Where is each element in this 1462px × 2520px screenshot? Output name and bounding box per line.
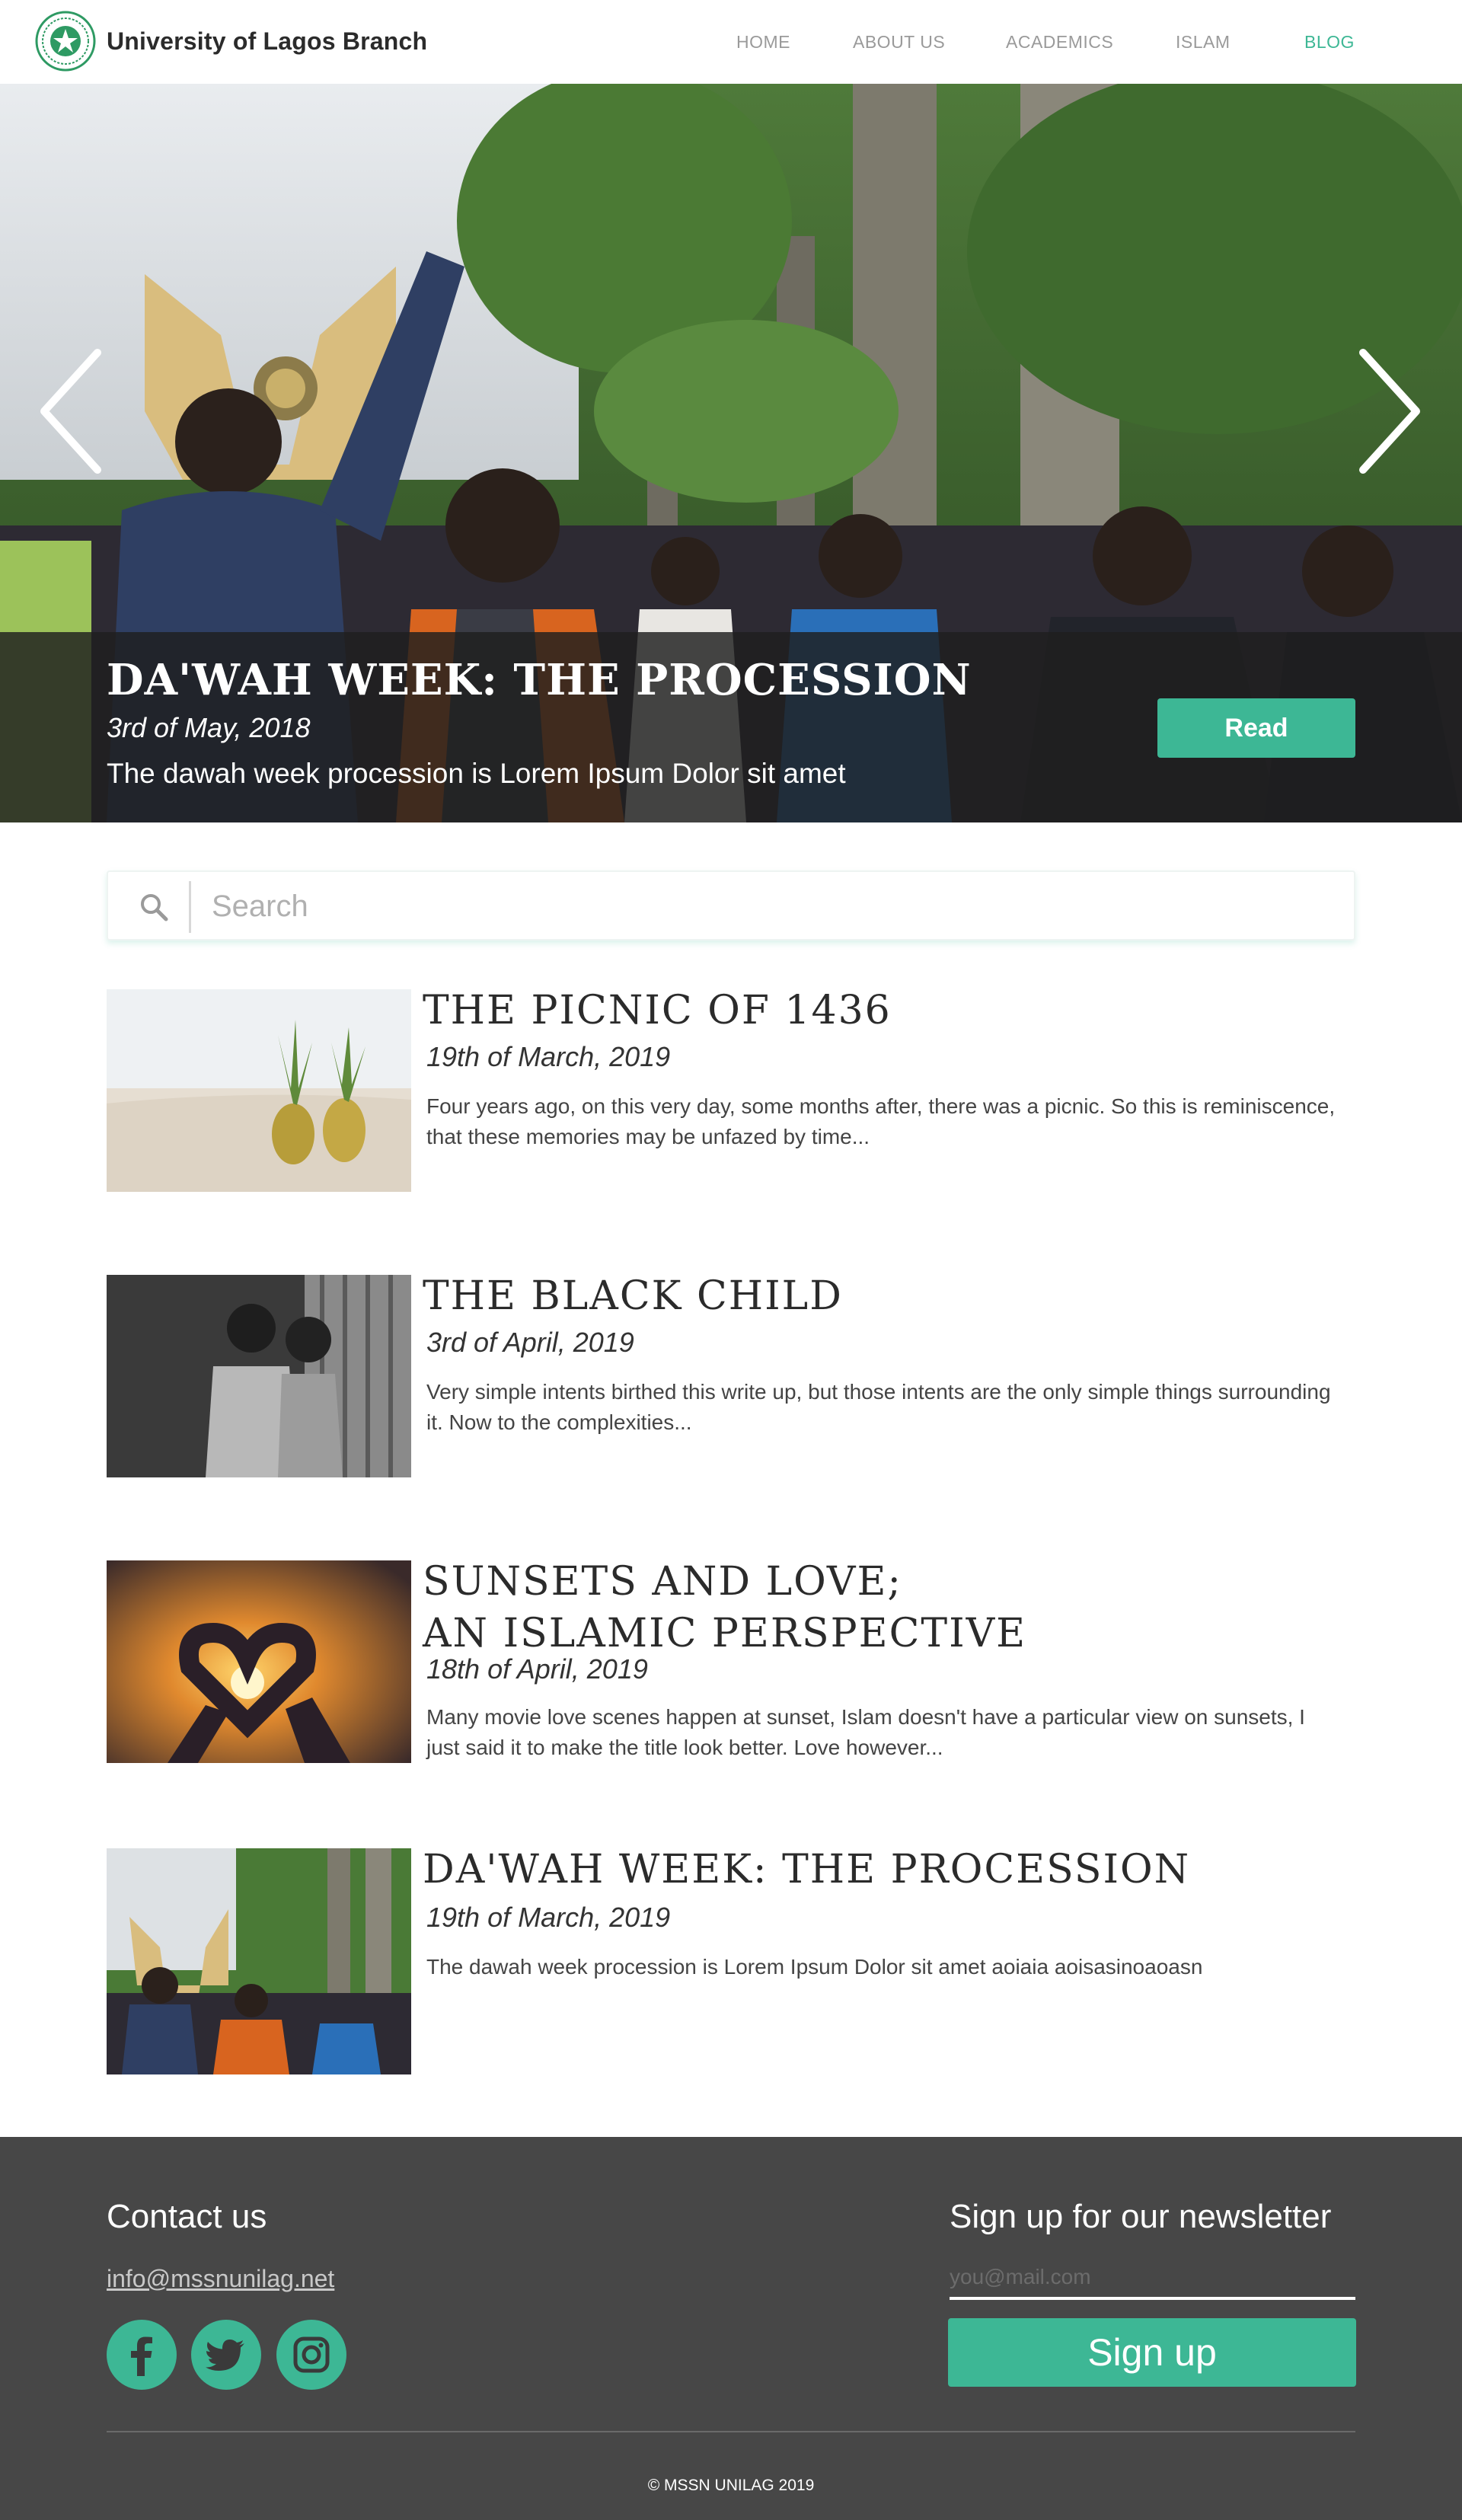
twitter-icon[interactable] [191, 2320, 261, 2390]
post-thumbnail-procession[interactable] [107, 1848, 411, 2074]
newsletter-signup-button[interactable]: Sign up [948, 2318, 1356, 2387]
post-title[interactable]: DA'WAH WEEK: THE PROCESSION [423, 1844, 1190, 1896]
hero-slider: DA'WAH WEEK: THE PROCESSION 3rd of May, … [0, 84, 1462, 822]
nav-about-us[interactable]: ABOUT US [853, 32, 945, 53]
nav-academics[interactable]: ACADEMICS [1006, 32, 1113, 53]
post-date: 18th of April, 2019 [426, 1653, 648, 1685]
hero-summary: The dawah week procession is Lorem Ipsum… [107, 758, 846, 789]
site-footer: Contact us info@mssnunilag.net Sign up f… [0, 2137, 1462, 2520]
blog-post[interactable]: THE BLACK CHILD 3rd of April, 2019 Very … [107, 1273, 1355, 1477]
blog-post[interactable]: THE PICNIC OF 1436 19th of March, 2019 F… [107, 988, 1355, 1192]
slider-next-icon[interactable] [1355, 347, 1424, 476]
post-excerpt: Very simple intents birthed this write u… [426, 1380, 1331, 1434]
copyright-text: © MSSN UNILAG 2019 [647, 2477, 815, 2494]
post-title[interactable]: THE PICNIC OF 1436 [423, 985, 892, 1036]
post-title[interactable]: THE BLACK CHILD [423, 1270, 843, 1322]
newsletter-email-field[interactable] [950, 2257, 1355, 2300]
instagram-icon[interactable] [276, 2320, 346, 2390]
blog-post[interactable]: SUNSETS AND LOVE; AN ISLAMIC PERSPECTIVE… [107, 1559, 1355, 1763]
nav-islam[interactable]: ISLAM [1176, 32, 1231, 53]
post-date: 3rd of April, 2019 [426, 1327, 634, 1358]
post-date: 19th of March, 2019 [426, 1041, 671, 1072]
contact-heading: Contact us [107, 2198, 267, 2235]
post-title-line-1[interactable]: SUNSETS AND LOVE; [423, 1556, 902, 1608]
nav-home[interactable]: HOME [736, 32, 790, 53]
footer-divider [107, 2431, 1355, 2432]
post-thumbnail-pineapples[interactable] [107, 989, 411, 1192]
post-title-line-2[interactable]: AN ISLAMIC PERSPECTIVE [423, 1608, 1026, 1659]
hero-date: 3rd of May, 2018 [107, 712, 311, 743]
facebook-icon[interactable] [107, 2320, 177, 2390]
post-thumbnail-sunset-heart[interactable] [107, 1560, 411, 1763]
post-excerpt: Four years ago, on this very day, some m… [426, 1094, 1336, 1148]
search-divider [189, 881, 191, 933]
post-excerpt: Many movie love scenes happen at sunset,… [426, 1705, 1305, 1759]
search-input[interactable] [212, 883, 1339, 930]
blog-post[interactable]: DA'WAH WEEK: THE PROCESSION 19th of Marc… [107, 1847, 1355, 2074]
search-box [107, 870, 1355, 941]
hero-read-button[interactable]: Read [1157, 698, 1355, 758]
post-thumbnail-children[interactable] [107, 1275, 411, 1477]
search-icon[interactable] [139, 892, 169, 922]
slider-prev-icon[interactable] [37, 347, 105, 476]
main-nav: HOME ABOUT US ACADEMICS ISLAM BLOG [0, 32, 1462, 55]
site-header: University of Lagos Branch HOME ABOUT US… [0, 0, 1462, 84]
hero-title: DA'WAH WEEK: THE PROCESSION [107, 655, 972, 705]
post-date: 19th of March, 2019 [426, 1902, 671, 1933]
post-excerpt: The dawah week procession is Lorem Ipsum… [426, 1955, 1203, 1979]
nav-blog[interactable]: BLOG [1304, 32, 1355, 53]
newsletter-heading: Sign up for our newsletter [950, 2198, 1332, 2235]
contact-email-link[interactable]: info@mssnunilag.net [107, 2265, 334, 2293]
